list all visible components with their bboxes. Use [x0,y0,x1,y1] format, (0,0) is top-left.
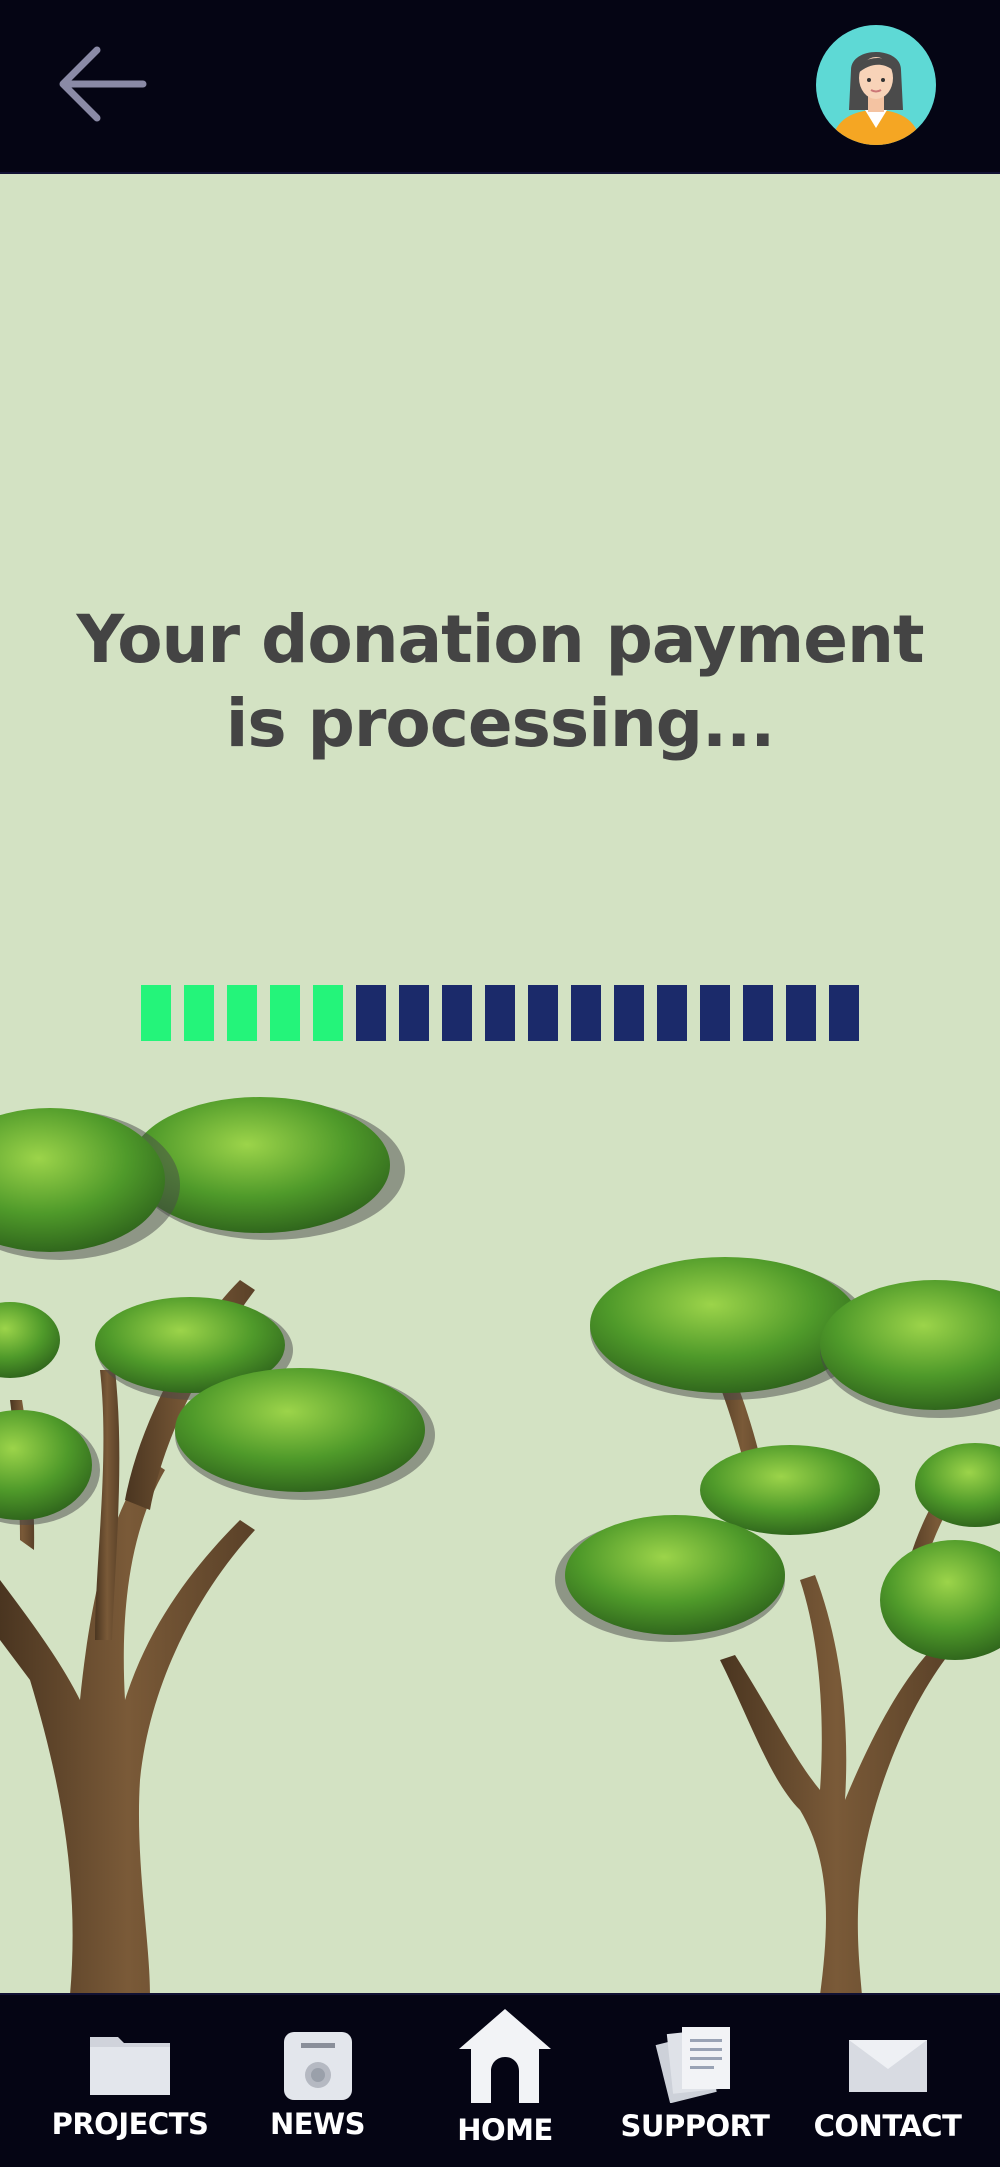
progress-segment-pending [528,985,558,1041]
right-tree [555,1257,1000,1995]
nav-item-news[interactable]: NEWS [240,1995,395,2167]
nav-label-support: SUPPORT [620,2109,770,2143]
nav-label-contact: CONTACT [813,2109,962,2143]
processing-message: Your donation payment is processing... [76,601,924,762]
payment-progress-bar [141,985,861,1041]
nav-label-projects: PROJECTS [51,2107,209,2141]
user-avatar-icon [816,25,936,145]
nav-item-contact[interactable]: CONTACT [795,1995,980,2167]
nav-item-support[interactable]: SUPPORT [605,1995,785,2167]
progress-segment-pending [829,985,859,1041]
progress-segment-complete [141,985,171,1041]
progress-segment-pending [743,985,773,1041]
trees-illustration [0,1097,1000,1995]
progress-segment-pending [485,985,515,1041]
progress-segment-pending [571,985,601,1041]
left-tree [0,1097,435,1995]
envelope-icon [848,2040,927,2092]
nav-item-home[interactable]: HOME [410,1995,600,2167]
progress-segment-pending [399,985,429,1041]
bottom-navigation: PROJECTS NEWS HOME SUPPORT CONTACT [0,1993,1000,2167]
documents-icon [655,2027,730,2103]
nav-item-projects[interactable]: PROJECTS [20,1995,240,2167]
nav-label-home: HOME [457,2113,553,2147]
progress-segment-complete [313,985,343,1041]
progress-segment-pending [442,985,472,1041]
progress-segment-pending [356,985,386,1041]
progress-segment-complete [227,985,257,1041]
progress-segment-pending [700,985,730,1041]
progress-segment-pending [786,985,816,1041]
home-icon [459,2009,551,2103]
back-button[interactable] [55,40,151,128]
top-bar [0,0,1000,174]
arrow-left-icon [59,46,147,122]
nav-label-news: NEWS [270,2107,365,2141]
donation-processing-screen: Your donation payment is processing... P… [0,0,1000,2167]
progress-segment-complete [270,985,300,1041]
progress-segment-pending [657,985,687,1041]
news-icon [283,2032,352,2100]
avatar[interactable] [815,24,937,146]
progress-segment-complete [184,985,214,1041]
progress-segment-pending [614,985,644,1041]
folder-icon [90,2037,170,2095]
